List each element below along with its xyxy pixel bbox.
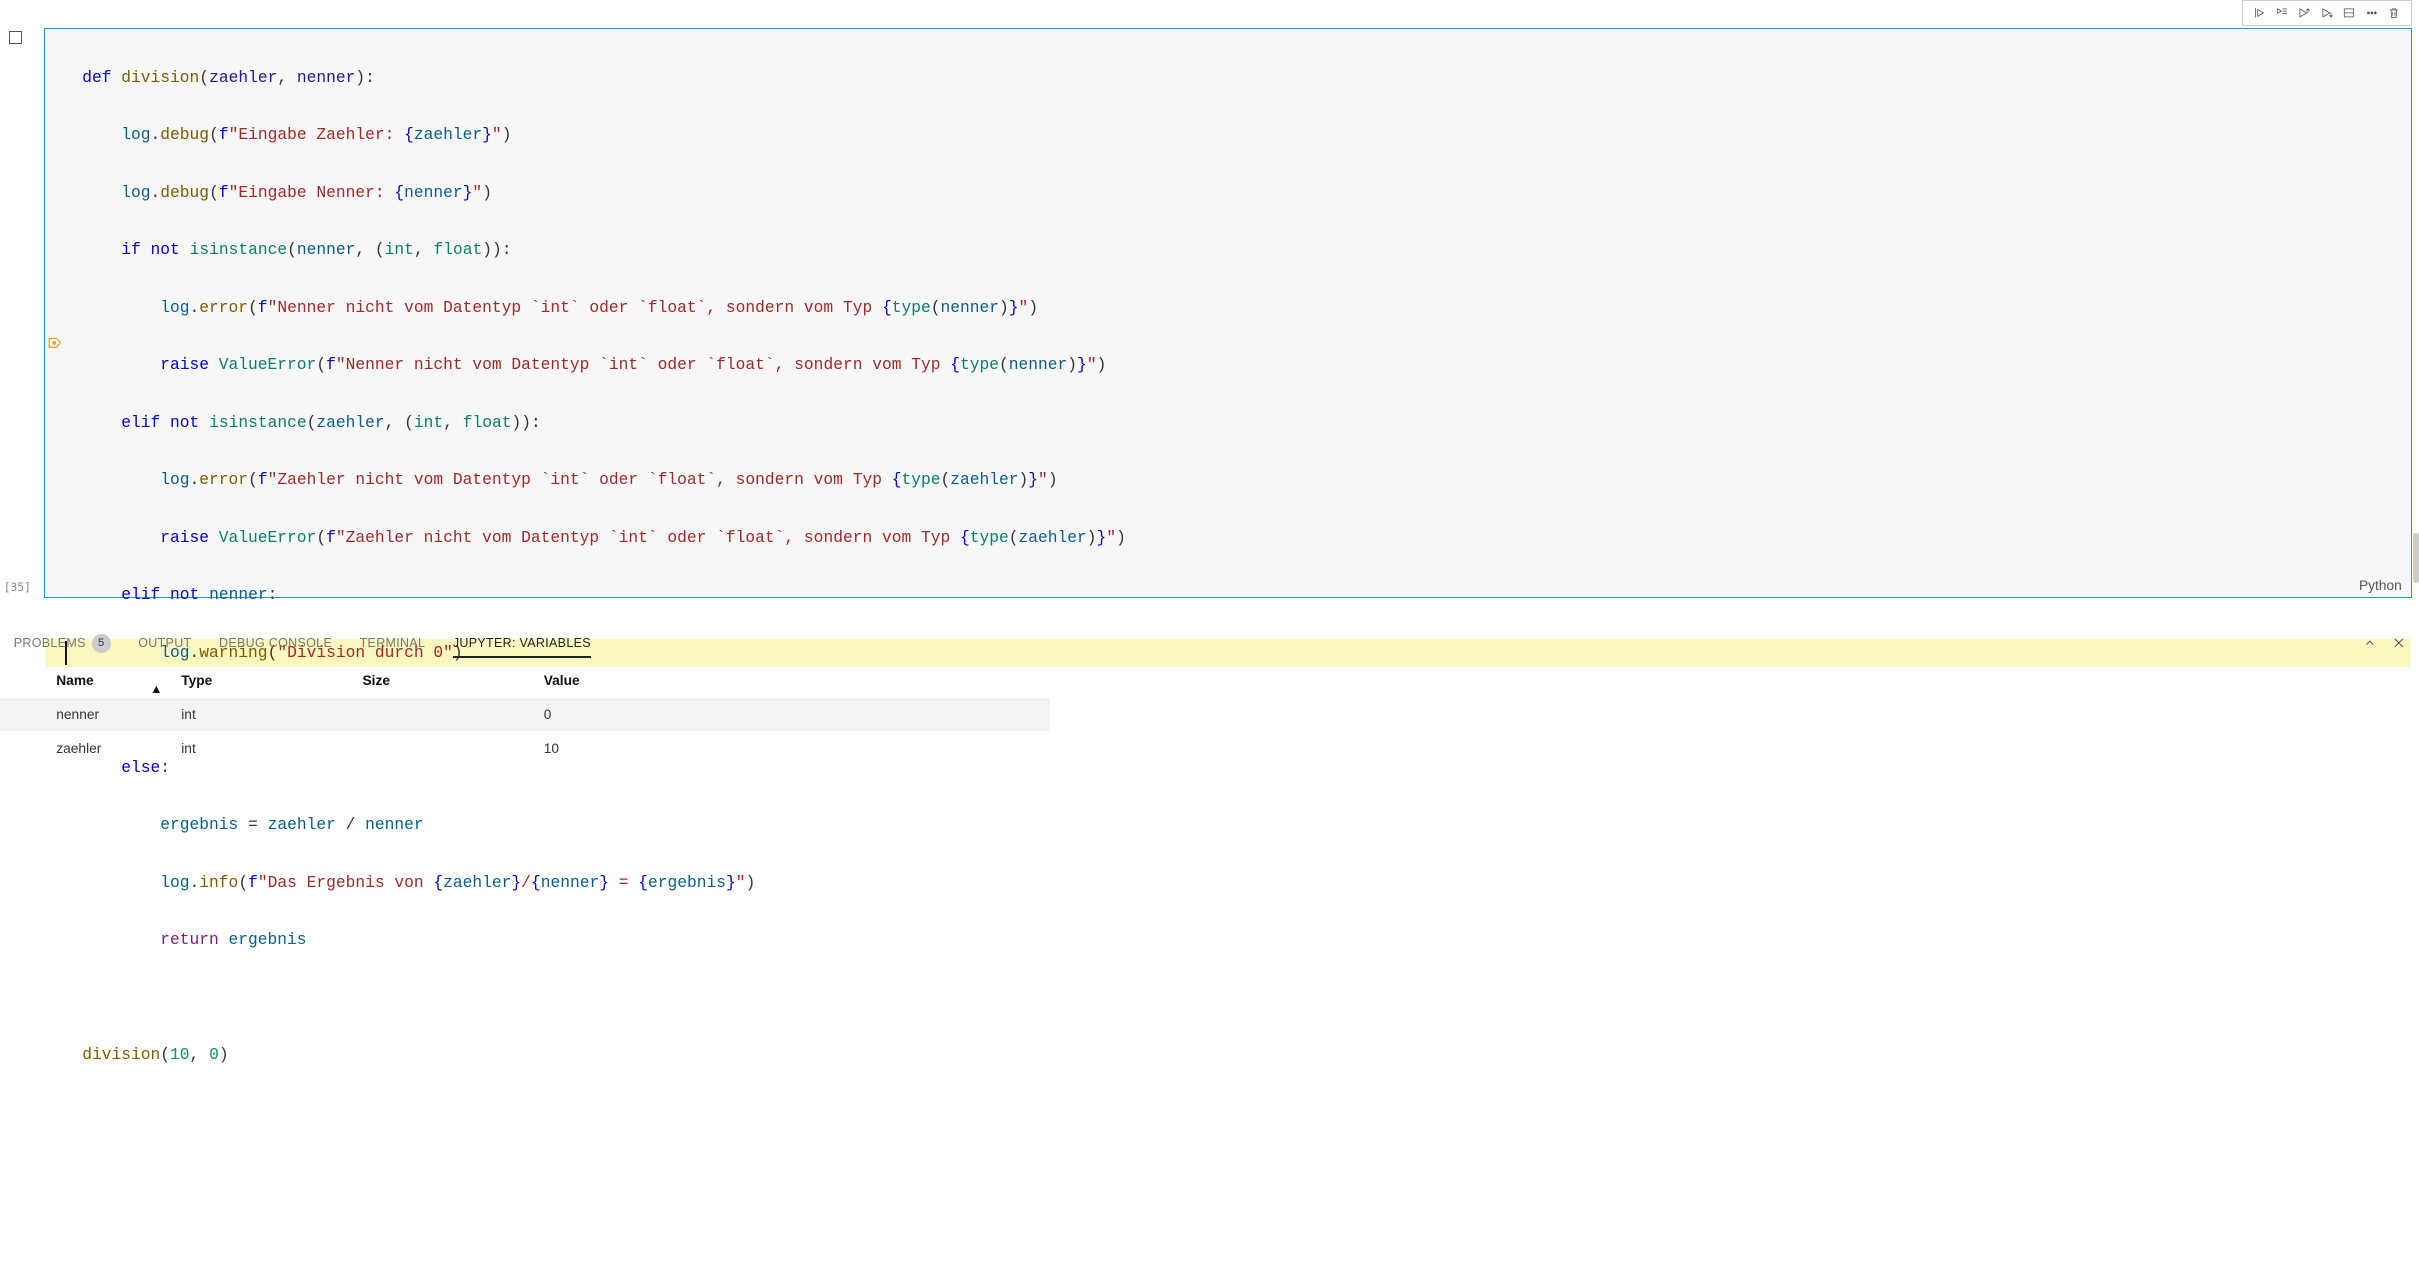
run-above-button[interactable] bbox=[2293, 2, 2316, 25]
run-cell-button[interactable] bbox=[2248, 2, 2271, 25]
notebook-cell-region: [35] def division(zaehler, nenner): log.… bbox=[0, 28, 2412, 598]
code-editor[interactable]: def division(zaehler, nenner): log.debug… bbox=[67, 35, 2404, 578]
tab-jupyter-variables[interactable]: JUPYTER: VARIABLES bbox=[439, 625, 605, 661]
variables-header-row: Name ▲ Type Size Value bbox=[0, 664, 1050, 698]
var-name: nenner bbox=[0, 707, 181, 722]
code-cell[interactable]: def division(zaehler, nenner): log.debug… bbox=[44, 28, 2412, 598]
execution-count: [35] bbox=[4, 581, 31, 594]
more-actions-button[interactable] bbox=[2361, 2, 2384, 25]
col-header-name[interactable]: Name ▲ bbox=[0, 673, 181, 688]
run-by-line-button[interactable] bbox=[2271, 2, 2294, 25]
col-header-type[interactable]: Type bbox=[181, 673, 362, 688]
tab-problems[interactable]: PROBLEMS 5 bbox=[0, 625, 124, 661]
breakpoint-current-line-icon[interactable] bbox=[48, 336, 62, 350]
variable-row[interactable]: nenner int 0 bbox=[0, 698, 1050, 732]
split-cell-button[interactable] bbox=[2338, 2, 2361, 25]
col-header-size[interactable]: Size bbox=[363, 673, 544, 688]
col-header-value[interactable]: Value bbox=[544, 673, 1050, 688]
editor-scrollbar[interactable] bbox=[2413, 8, 2419, 596]
var-value: 10 bbox=[544, 741, 1050, 756]
var-name: zaehler bbox=[0, 741, 181, 756]
sort-ascending-icon[interactable]: ▲ bbox=[150, 682, 162, 696]
maximize-panel-icon[interactable] bbox=[2362, 634, 2380, 652]
variables-table: Name ▲ Type Size Value nenner int 0 zaeh… bbox=[0, 664, 1050, 765]
tab-debug-console[interactable]: DEBUG CONSOLE bbox=[205, 625, 346, 661]
var-value: 0 bbox=[544, 707, 1050, 722]
cell-run-indicator[interactable] bbox=[9, 31, 22, 44]
panel-tabs: PROBLEMS 5 OUTPUT DEBUG CONSOLE TERMINAL… bbox=[0, 625, 2419, 661]
run-below-button[interactable] bbox=[2316, 2, 2339, 25]
tab-terminal[interactable]: TERMINAL bbox=[346, 625, 439, 661]
cell-toolbar bbox=[2242, 0, 2412, 26]
problems-count-badge: 5 bbox=[92, 634, 111, 653]
tab-output[interactable]: OUTPUT bbox=[124, 625, 205, 661]
scrollbar-thumb[interactable] bbox=[2413, 533, 2419, 583]
var-type: int bbox=[181, 707, 362, 722]
cell-gutter: [35] bbox=[0, 28, 44, 598]
close-panel-icon[interactable] bbox=[2390, 634, 2408, 652]
bottom-panel: PROBLEMS 5 OUTPUT DEBUG CONSOLE TERMINAL… bbox=[0, 625, 2419, 1285]
var-type: int bbox=[181, 741, 362, 756]
delete-cell-button[interactable] bbox=[2383, 2, 2406, 25]
variable-row[interactable]: zaehler int 10 bbox=[0, 731, 1050, 765]
cell-language-label[interactable]: Python bbox=[2359, 578, 2402, 593]
